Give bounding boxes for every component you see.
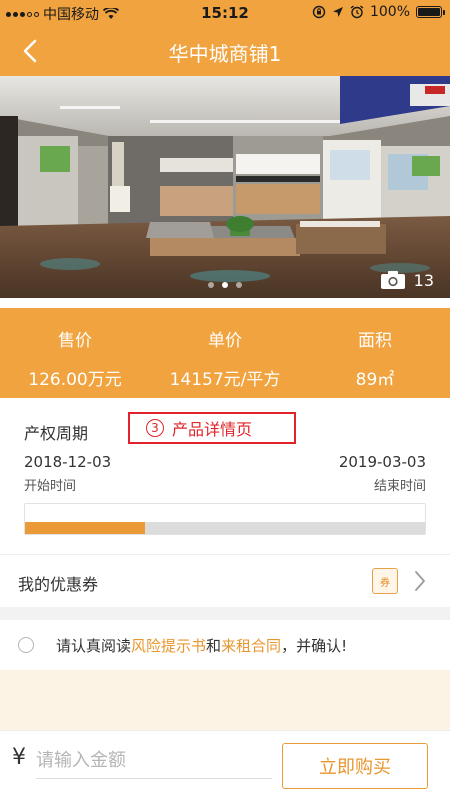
purchase-bar: ¥ 立即购买 (0, 730, 450, 800)
lease-contract-link[interactable]: 来租合同 (221, 637, 281, 655)
pagination-dot[interactable] (208, 282, 214, 288)
sale-price-value: 126.00万元 (28, 370, 122, 390)
coupon-row[interactable]: 我的优惠券 券 (0, 555, 450, 607)
status-right: 100% (312, 4, 445, 20)
location-icon (332, 7, 343, 17)
battery-icon (416, 6, 445, 18)
pagination-dot[interactable] (236, 282, 242, 288)
annotation-number: 3 (146, 419, 164, 437)
currency-symbol: ¥ (12, 745, 26, 770)
ownership-period-title: 产权周期 (24, 424, 89, 443)
unit-price-label: 单价 (208, 331, 242, 351)
annotation-text: 产品详情页 (172, 420, 253, 439)
buy-now-button[interactable]: 立即购买 (282, 743, 428, 789)
progress-fill (25, 522, 145, 534)
battery-percent: 100% (369, 4, 410, 20)
sale-price: 售价 126.00万元 (0, 308, 150, 390)
section-gap (0, 607, 450, 620)
alarm-icon (350, 5, 364, 19)
coupon-label: 我的优惠券 (18, 575, 99, 594)
risk-notice-link[interactable]: 风险提示书 (131, 637, 206, 655)
chevron-right-icon (415, 571, 425, 591)
area-value: 89㎡ (355, 370, 395, 390)
price-summary: 售价 126.00万元 单价 14157元/平方 面积 89㎡ (0, 308, 450, 398)
battery-level (418, 8, 440, 16)
annotation-box: 3 产品详情页 (128, 412, 296, 444)
amount-input[interactable] (36, 743, 272, 779)
pagination-dot[interactable] (222, 282, 228, 288)
end-date: 2019-03-03 (338, 453, 426, 471)
start-date-label: 开始时间 (24, 479, 77, 494)
rotation-lock-icon (312, 5, 326, 19)
end-date-label: 结束时间 (373, 479, 426, 494)
area-label: 面积 (358, 331, 392, 351)
unit-price-value: 14157元/平方 (169, 370, 281, 390)
agreement-suffix: ，并确认! (281, 637, 348, 655)
coupon-icon-text: 券 (380, 577, 390, 589)
photo-gallery[interactable]: 13 (0, 76, 450, 298)
agreement-prefix: 请认真阅读 (56, 637, 132, 655)
area: 面积 89㎡ (300, 308, 450, 390)
nav-bar: 华中城商铺1 (0, 26, 450, 76)
photo-count-number: 13 (413, 270, 434, 290)
status-bar: 中国移动 15:12 100% (0, 0, 450, 26)
agreement-row: 请认真阅读风险提示书和来租合同，并确认! (0, 620, 450, 670)
start-date: 2018-12-03 (24, 453, 112, 471)
page-title: 华中城商铺1 (168, 42, 282, 66)
empty-band (0, 670, 450, 730)
agreement-checkbox[interactable] (18, 637, 34, 653)
agreement-middle: 和 (206, 637, 222, 655)
unit-price: 单价 14157元/平方 (150, 308, 300, 390)
camera-icon (380, 271, 405, 289)
agreement-text: 请认真阅读风险提示书和来租合同，并确认! (56, 635, 347, 656)
coupon-icon: 券 (372, 568, 398, 594)
sale-price-label: 售价 (58, 331, 92, 351)
photo-count: 13 (380, 270, 434, 290)
ownership-progress-bar (24, 503, 426, 535)
showroom-photo (0, 76, 450, 298)
